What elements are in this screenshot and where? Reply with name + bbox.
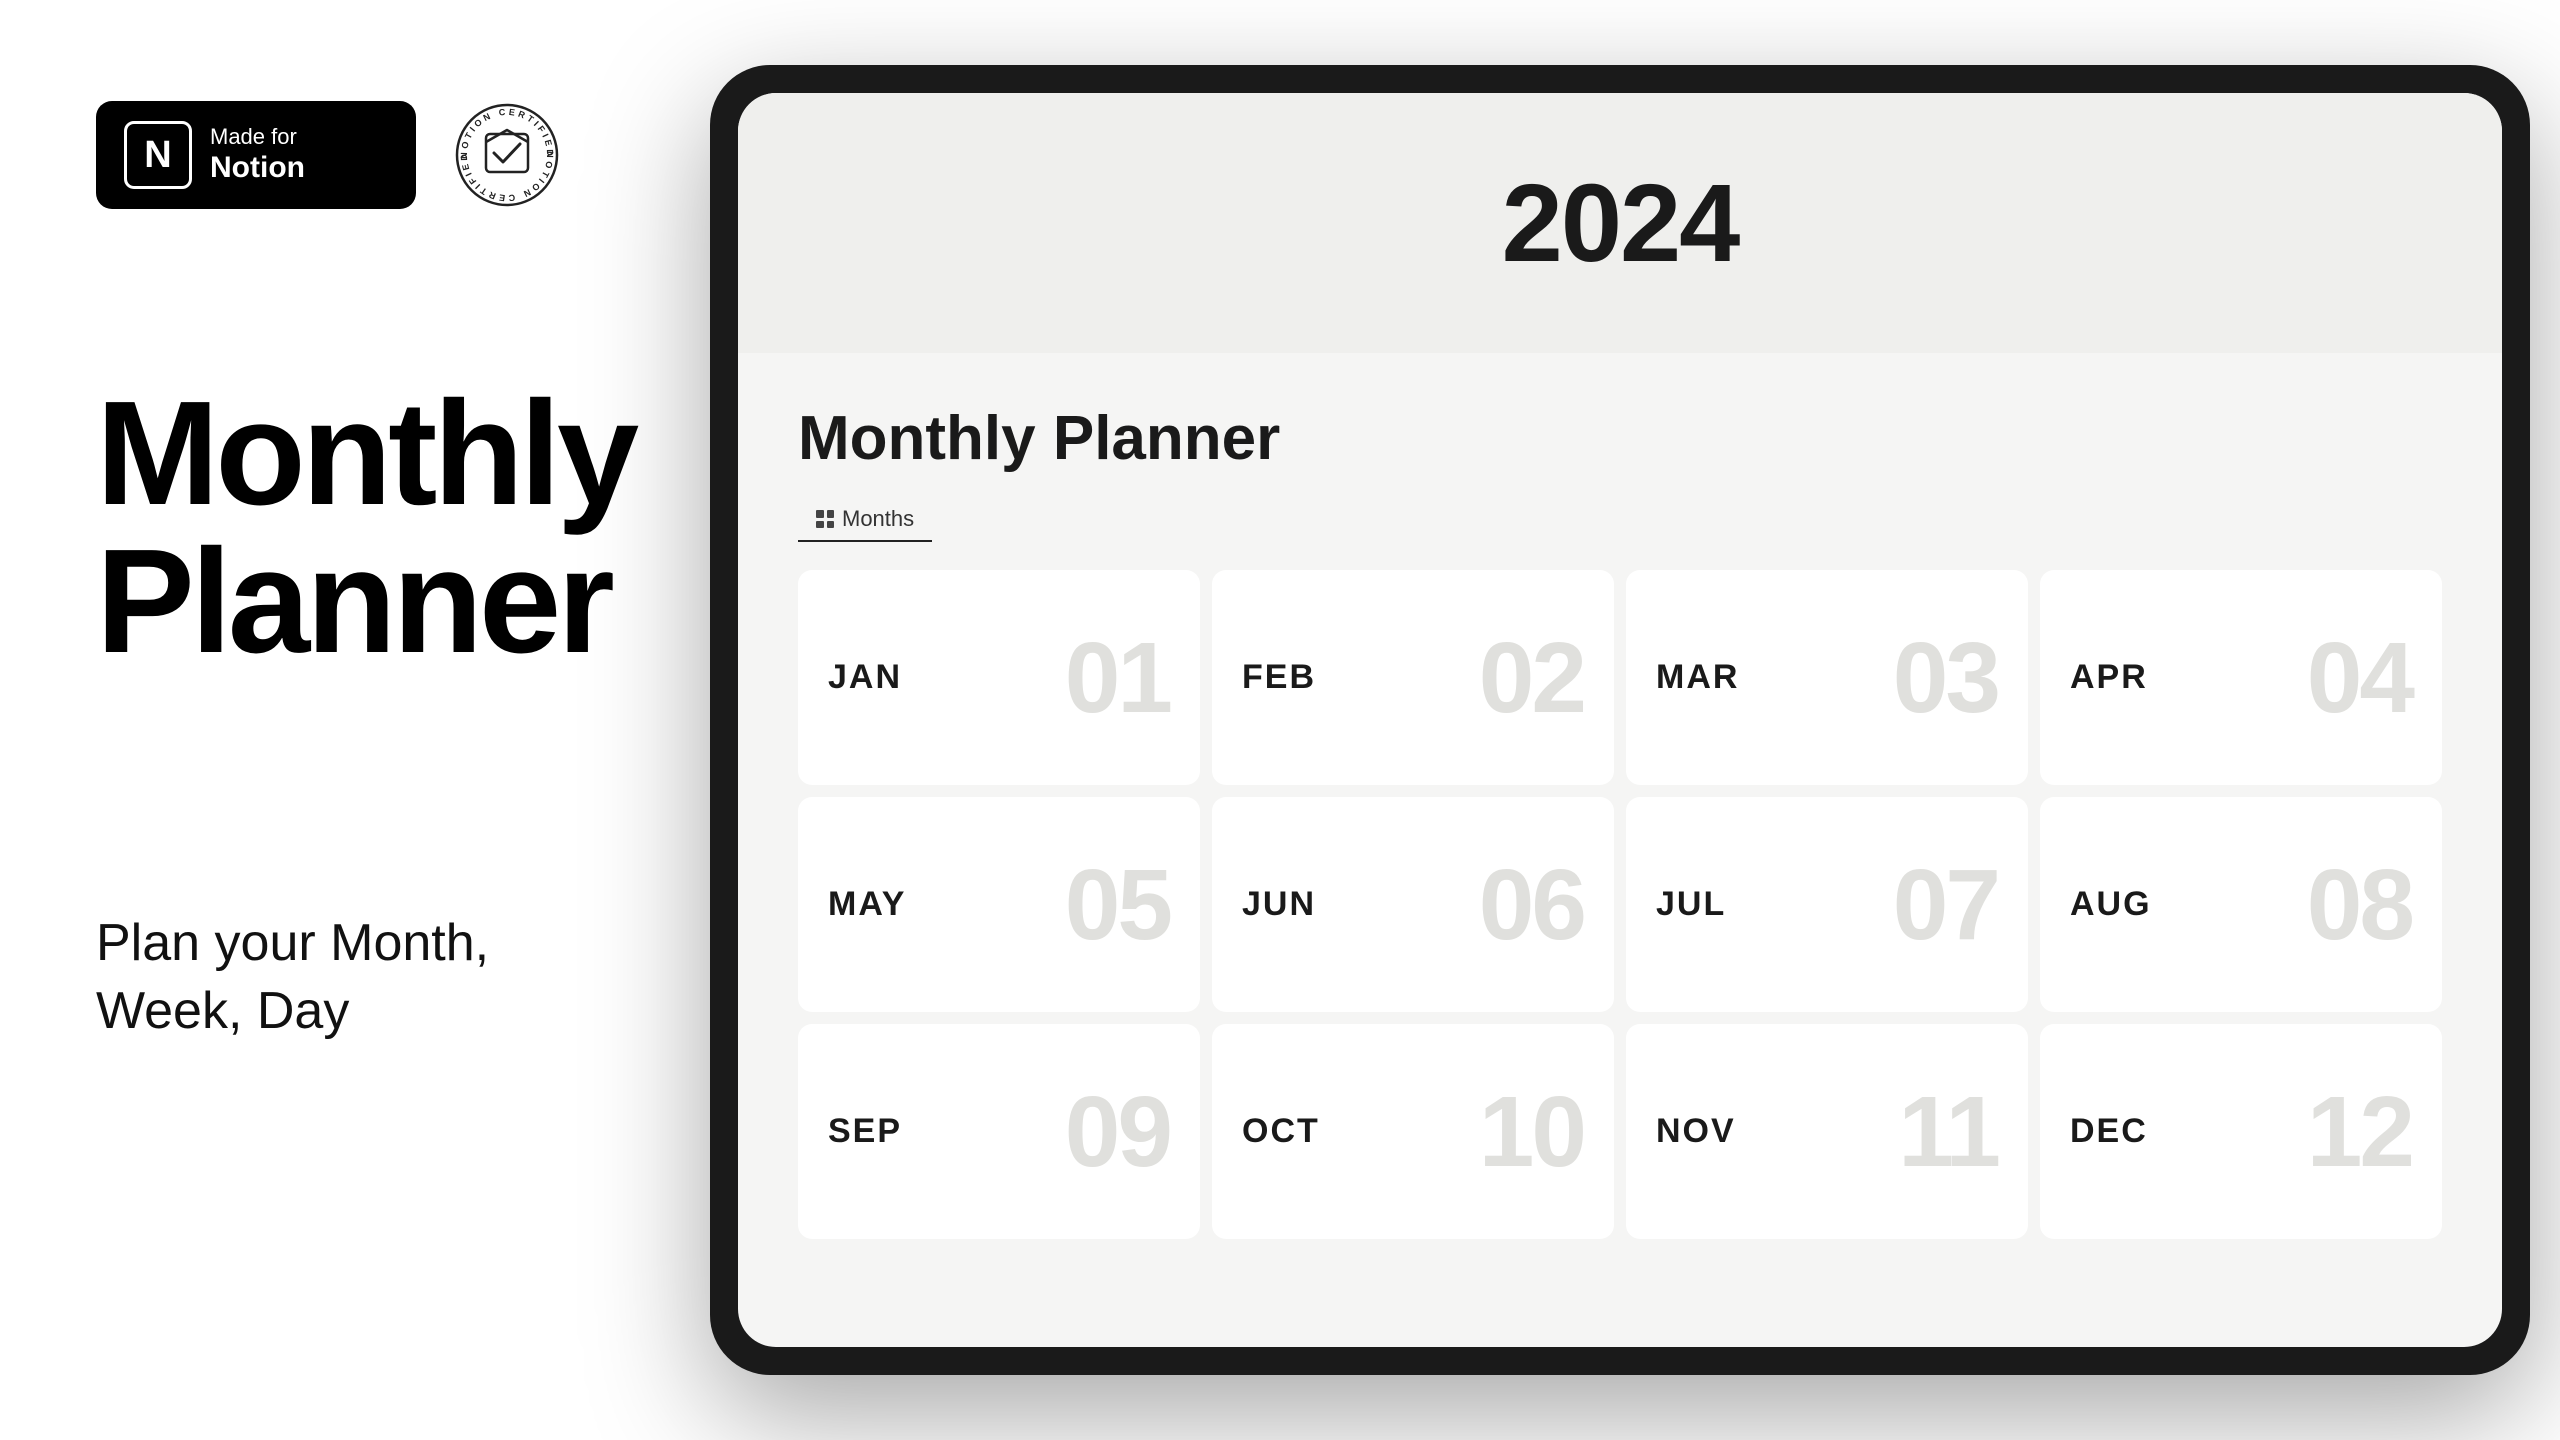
month-card-aug[interactable]: AUG 08: [2040, 797, 2442, 1012]
screen-header: 2024: [738, 93, 2502, 353]
certified-badge: NOTION CERTIFIED NOTION CERTIFIED: [452, 100, 562, 210]
tablet-screen: 2024 Monthly Planner Months JAN: [738, 93, 2502, 1347]
title-line2: Planner: [96, 519, 611, 684]
month-name: MAY: [828, 885, 906, 924]
month-number: 04: [2307, 628, 2412, 728]
month-name: FEB: [1242, 658, 1316, 697]
month-number: 08: [2307, 855, 2412, 955]
month-card-jul[interactable]: JUL 07: [1626, 797, 2028, 1012]
month-number: 01: [1065, 628, 1170, 728]
planner-title: Monthly Planner: [798, 403, 2442, 474]
notion-icon-box: N: [124, 121, 192, 189]
main-title: Monthly Planner: [96, 380, 626, 676]
month-card-may[interactable]: MAY 05: [798, 797, 1200, 1012]
month-name: JUL: [1656, 885, 1726, 924]
month-number: 12: [2307, 1082, 2412, 1182]
month-card-nov[interactable]: NOV 11: [1626, 1024, 2028, 1239]
month-number: 05: [1065, 855, 1170, 955]
notion-icon-letter: N: [144, 134, 171, 177]
month-card-apr[interactable]: APR 04: [2040, 570, 2442, 785]
grid-icon: [816, 510, 834, 528]
month-card-jun[interactable]: JUN 06: [1212, 797, 1614, 1012]
month-number: 02: [1479, 628, 1584, 728]
month-number: 11: [1898, 1082, 1998, 1182]
month-name: JAN: [828, 658, 902, 697]
view-tabs: Months: [798, 498, 2442, 542]
made-for-notion-badge: N Made for Notion: [96, 101, 416, 209]
month-name: JUN: [1242, 885, 1316, 924]
right-panel: 2024 Monthly Planner Months JAN: [650, 0, 2560, 1440]
month-name: OCT: [1242, 1112, 1320, 1151]
badges-row: N Made for Notion NOTION CERTIFIED: [96, 100, 562, 210]
badge-text: Made for Notion: [210, 124, 305, 186]
months-tab-label: Months: [842, 506, 914, 532]
month-card-oct[interactable]: OCT 10: [1212, 1024, 1614, 1239]
month-number: 09: [1065, 1082, 1170, 1182]
month-name: DEC: [2070, 1112, 2148, 1151]
badge-made-for-text: Made for: [210, 124, 305, 150]
month-card-sep[interactable]: SEP 09: [798, 1024, 1200, 1239]
month-name: MAR: [1656, 658, 1739, 697]
month-number: 03: [1893, 628, 1998, 728]
month-number: 10: [1479, 1082, 1584, 1182]
title-line1: Monthly: [96, 371, 635, 536]
screen-body: Monthly Planner Months JAN 01 FEB 02: [738, 353, 2502, 1279]
month-card-mar[interactable]: MAR 03: [1626, 570, 2028, 785]
months-tab[interactable]: Months: [798, 498, 932, 542]
month-card-jan[interactable]: JAN 01: [798, 570, 1200, 785]
month-name: NOV: [1656, 1112, 1736, 1151]
months-grid: JAN 01 FEB 02 MAR 03 APR 04 MAY 05 JUN 0…: [798, 570, 2442, 1239]
tablet-mockup: 2024 Monthly Planner Months JAN: [710, 65, 2530, 1375]
month-name: APR: [2070, 658, 2148, 697]
month-name: AUG: [2070, 885, 2152, 924]
month-card-feb[interactable]: FEB 02: [1212, 570, 1614, 785]
month-number: 07: [1893, 855, 1998, 955]
year-display: 2024: [1502, 160, 1739, 287]
month-number: 06: [1479, 855, 1584, 955]
month-card-dec[interactable]: DEC 12: [2040, 1024, 2442, 1239]
badge-notion-text: Notion: [210, 150, 305, 186]
subtitle: Plan your Month,Week, Day: [96, 910, 626, 1045]
month-name: SEP: [828, 1112, 902, 1151]
left-panel: N Made for Notion NOTION CERTIFIED: [0, 0, 650, 1440]
